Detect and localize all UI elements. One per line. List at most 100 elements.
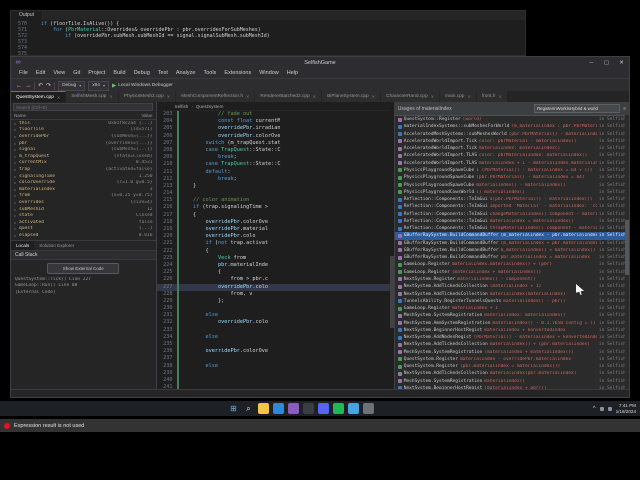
close-tab-icon[interactable]: ✕ (109, 94, 112, 99)
tray-chevron-icon[interactable]: ^ (593, 406, 596, 412)
usage-row[interactable]: Reflection::Components::TeImGui a(pbr.Pbr… (395, 196, 629, 203)
solution-config-dropdown[interactable]: Debug ▾ (58, 80, 86, 91)
usage-row[interactable]: GameLoop.Register materialIndex + 1 in Sel… (395, 305, 629, 312)
usage-row[interactable]: MeshSystem.SystemRegistration materialInd… (395, 312, 629, 319)
usage-row[interactable]: TunnelsAbility.RegisterTunnelsQuests mate… (395, 298, 629, 305)
visual-studio-icon[interactable] (288, 403, 299, 414)
menu-item-extensions[interactable]: Extensions (220, 69, 255, 78)
navigate-back-icon[interactable]: ← (16, 83, 22, 89)
usage-row[interactable]: NextSystem.Register materialIndex() - com… (395, 276, 629, 283)
navigate-forward-icon[interactable]: → (25, 83, 31, 89)
usage-row[interactable]: QuestSystem.Register materialIndex - over… (395, 356, 629, 363)
usage-row[interactable]: GBufferRaySystem.BuildCommandBuffer (m_ma… (394, 232, 629, 240)
usage-row[interactable]: Reflection::Components::TeImGui Imported … (395, 203, 629, 210)
search-icon[interactable]: ⌕ (243, 403, 254, 414)
usage-row[interactable]: NextSystem.AddTickedsCollection materialI… (395, 341, 629, 348)
usage-row[interactable]: AcceleratedWorldImport.Tick color: pbrMat… (395, 138, 629, 145)
floating-editor-code[interactable]: 570 if (floorTile.IsAlive()) {571 for (P… (11, 20, 525, 58)
tool-tab-solution-explorer[interactable]: Solution Explorer (34, 241, 79, 250)
usage-row[interactable]: GameLoop.Register materialIndex.materialI… (395, 261, 629, 268)
locals-row[interactable]: ▸ overrides {size=4} (11, 199, 156, 206)
editor-tab[interactable]: main.cpp ✕ (440, 91, 477, 102)
close-tab-icon[interactable]: ✕ (246, 94, 249, 99)
discord-icon[interactable] (318, 403, 329, 414)
locals-row[interactable]: ▸ currentMix 0.4531 (11, 160, 156, 167)
locals-row[interactable]: ▸ floorTile {id=571} (11, 127, 156, 134)
locals-row[interactable]: ▸ from {x=0.25 y=0.75} (11, 193, 156, 200)
editor-tab[interactable]: front.h ✕ (476, 91, 508, 102)
usage-row[interactable]: MeshSystem.AmmSystemRegistration material… (395, 319, 629, 326)
minimize-button[interactable]: ─ (584, 57, 599, 69)
title-bar[interactable]: ∞ SelfishGame ─ ▢ ✕ (11, 57, 629, 69)
locals-row[interactable]: ▸ trap {activated=false} (11, 166, 156, 173)
close-tab-icon[interactable]: ✕ (467, 94, 470, 99)
close-tab-icon[interactable]: ✕ (431, 94, 434, 99)
locals-row[interactable]: ▸ pbr {overrides={...}} (11, 140, 156, 147)
editor-tab[interactable]: MeshComponentReflection.h ✕ (176, 91, 256, 102)
usage-row[interactable]: NextSystem.BeginnerHostRegist materialInd… (395, 327, 629, 334)
usage-row[interactable]: NextSystem.AddTickedsCollection (material… (395, 283, 629, 290)
close-button[interactable]: ✕ (614, 57, 629, 69)
usage-row[interactable]: GameLoop.Register (materialIndex + materi… (395, 269, 629, 276)
menu-item-edit[interactable]: Edit (32, 69, 49, 78)
floating-editor-tab[interactable]: Output (11, 11, 44, 20)
usages-filter-input[interactable] (534, 104, 621, 113)
menu-item-window[interactable]: Window (255, 69, 283, 78)
locals-row[interactable]: ▸ signal {subMesh={...}} (11, 146, 156, 153)
usages-scrollbar[interactable] (625, 115, 629, 390)
usage-row[interactable]: NextSystem.AddTickedsCollection materialI… (395, 290, 629, 297)
usages-scrollbar-thumb[interactable] (625, 219, 629, 275)
breadcrumb[interactable]: Selfish › QuestSystem (156, 102, 394, 111)
usage-row[interactable]: Reflection::Components::TeImGui changeMat… (395, 210, 629, 217)
usage-row[interactable]: MeshSystem.SystemRegistration (materialIn… (395, 349, 629, 356)
menu-item-debug[interactable]: Debug (130, 69, 154, 78)
locals-row[interactable]: ▸ overridePbr {subMesh={...}} (11, 133, 156, 140)
locals-row[interactable]: ▸ this 0x01f8c2a4 {...} (11, 120, 156, 127)
usage-row[interactable]: PhysicsPlaygroundSpawnCube (pbr.PbrMateri… (395, 174, 629, 181)
locals-row[interactable]: ▸ quest {...} (11, 226, 156, 233)
settings-icon[interactable] (363, 403, 374, 414)
editor-tab[interactable]: RendererBatched2.cpp ✕ (255, 91, 323, 102)
redo-icon[interactable]: ↷ (46, 82, 51, 89)
usage-row[interactable]: MeshSystem.SystemRegistration materialInd… (395, 378, 629, 385)
code-lines[interactable]: 203 // fade out 204 const float currentM 2… (156, 111, 394, 392)
menu-item-git[interactable]: Git (69, 69, 84, 78)
usage-row[interactable]: AcceleratedWorldImport.TLAS color: pbrMat… (395, 152, 629, 159)
locals-search-input[interactable] (13, 103, 153, 111)
usage-row[interactable]: GBufferRaySystem.BuildCommandBuffer m_mat… (395, 247, 629, 254)
browser-icon[interactable] (273, 403, 284, 414)
locals-row[interactable]: ▸ activated false (11, 219, 156, 226)
usage-row[interactable]: GBufferRaySystem.BuildCommandBuffer (m_ma… (395, 240, 629, 247)
close-tab-icon[interactable]: ✕ (372, 94, 375, 99)
callstack-frame[interactable]: [External Code] (11, 290, 156, 297)
volume-icon[interactable] (607, 406, 612, 411)
locals-row[interactable]: ▸ state Closed (11, 212, 156, 219)
close-tab-icon[interactable]: ✕ (498, 94, 501, 99)
close-tab-icon[interactable]: ✕ (57, 95, 60, 100)
menu-item-help[interactable]: Help (283, 69, 302, 78)
editor-tab[interactable]: SelfishMesh.cpp ✕ (66, 91, 119, 102)
chat-icon[interactable] (348, 403, 359, 414)
usage-row[interactable]: PhysicsPlaygroundSpawnCube 1 (PbrMaterial… (395, 167, 629, 174)
usage-row[interactable]: materialIndexSystems::subMeshesForWorld(… (395, 123, 629, 130)
code-editor[interactable]: Selfish › QuestSystem 203 // fade out 204 c… (156, 102, 394, 392)
close-tab-icon[interactable]: ✕ (313, 94, 316, 99)
usage-row[interactable]: AcceleratedMeshSystems::subMeshesWorld (p… (395, 131, 629, 138)
tool-tab-locals[interactable]: Locals (11, 240, 35, 250)
usage-row[interactable]: AcceleratedWorldImport.TLAS materialIndex… (395, 160, 629, 167)
undo-icon[interactable]: ↶ (38, 82, 43, 89)
taskbar-clock[interactable]: 7:41 PM 1/18/2024 (616, 403, 636, 414)
breadcrumb-item[interactable]: QuestSystem (196, 104, 224, 109)
editor-tab[interactable]: BiPlaneSystem.cpp ✕ (322, 91, 382, 102)
show-external-code-button[interactable]: Show External Code (47, 262, 120, 274)
usage-row[interactable]: AcceleratedWorldImport.Tick materialIndex… (395, 145, 629, 152)
breadcrumb-item[interactable]: Selfish (175, 104, 189, 109)
terminal-icon[interactable] (303, 403, 314, 414)
music-icon[interactable] (333, 403, 344, 414)
locals-row[interactable]: ▸ subMeshId 12 (11, 206, 156, 213)
close-tab-icon[interactable]: ✕ (167, 94, 170, 99)
menu-item-view[interactable]: View (49, 69, 69, 78)
start-icon[interactable]: ⊞ (228, 403, 239, 414)
editor-tab[interactable]: PhysicsMesh2.cpp ✕ (118, 91, 177, 102)
editor-tab[interactable]: QuestSystem.cpp ✕ (11, 91, 67, 102)
